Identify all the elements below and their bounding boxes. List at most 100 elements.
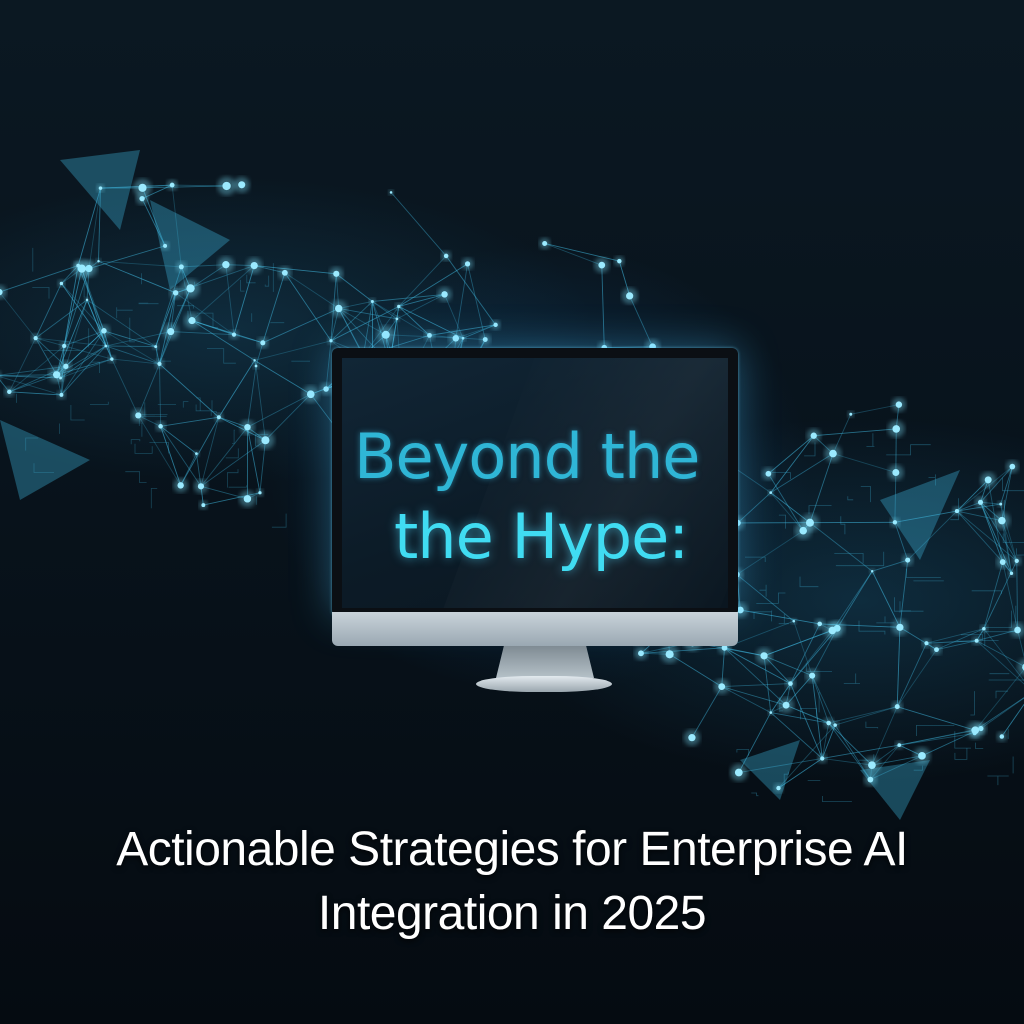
network-link xyxy=(770,453,834,493)
network-link xyxy=(61,283,107,347)
network-node-glow xyxy=(0,372,2,379)
network-link xyxy=(897,706,976,731)
network-link xyxy=(809,522,873,572)
network-link xyxy=(832,453,896,473)
network-node xyxy=(817,621,823,627)
circuit-trace xyxy=(116,307,133,319)
circuit-trace xyxy=(843,673,860,684)
network-link xyxy=(247,393,311,428)
network-link xyxy=(809,453,834,523)
network-node xyxy=(76,263,81,268)
network-link xyxy=(262,272,286,343)
network-node xyxy=(870,570,874,573)
circuit-trace xyxy=(228,485,247,488)
circuit-trace xyxy=(70,405,85,421)
network-link xyxy=(976,640,1024,667)
network-node xyxy=(892,520,898,525)
network-link xyxy=(233,265,255,335)
network-node xyxy=(443,253,449,259)
circuit-trace xyxy=(987,775,1009,786)
network-link xyxy=(1001,703,1024,737)
network-node xyxy=(138,183,147,192)
network-link xyxy=(821,722,830,759)
network-node xyxy=(897,743,902,747)
network-node xyxy=(258,491,262,495)
network-link xyxy=(0,292,37,339)
circuit-trace xyxy=(954,748,968,760)
network-link xyxy=(813,428,897,437)
network-node xyxy=(98,186,103,190)
network-link xyxy=(284,272,332,342)
circuit-trace xyxy=(771,610,773,622)
network-node xyxy=(867,776,874,783)
network-node xyxy=(999,502,1003,506)
circuit-trace xyxy=(840,516,846,535)
network-link xyxy=(455,263,468,339)
network-link xyxy=(828,722,873,766)
network-link xyxy=(137,363,160,416)
network-node xyxy=(172,290,179,296)
network-node xyxy=(323,386,329,392)
network-link xyxy=(828,706,898,724)
network-node xyxy=(253,359,256,362)
caption-line-2: Integration in 2025 xyxy=(317,887,707,940)
glass-shard xyxy=(0,420,90,500)
network-node xyxy=(33,336,38,341)
network-node xyxy=(158,424,163,429)
monitor-screen: Beyond the the Hype: xyxy=(342,358,728,608)
circuit-trace xyxy=(876,616,895,624)
network-node xyxy=(59,376,62,380)
network-node xyxy=(178,264,184,270)
network-link xyxy=(770,712,829,724)
network-node xyxy=(894,704,900,710)
network-link xyxy=(170,331,235,336)
network-node xyxy=(163,243,168,248)
network-node xyxy=(250,261,258,270)
network-link xyxy=(976,640,1024,685)
network-link xyxy=(254,265,337,275)
screen-text-line-1: Beyond the xyxy=(354,420,700,493)
network-node xyxy=(101,328,107,334)
network-node xyxy=(197,483,205,490)
network-node xyxy=(828,626,837,635)
circuit-trace xyxy=(975,742,984,749)
monitor-stand-base xyxy=(476,676,612,692)
circuit-trace xyxy=(804,442,816,457)
monitor-stand-neck xyxy=(496,646,594,678)
circuit-trace xyxy=(134,443,153,454)
network-node xyxy=(254,364,258,368)
circuit-trace xyxy=(177,305,194,309)
network-node xyxy=(201,503,206,508)
hero-banner: Beyond the the Hype: Actionable Strategi… xyxy=(0,0,1024,1024)
circuit-trace xyxy=(196,397,201,411)
network-node xyxy=(934,647,939,653)
network-link xyxy=(850,404,899,415)
circuit-trace xyxy=(759,584,767,597)
circuit-trace xyxy=(750,611,772,619)
network-node xyxy=(760,652,768,660)
network-node xyxy=(238,181,246,189)
network-node xyxy=(769,711,773,714)
network-node xyxy=(222,261,230,269)
circuit-trace xyxy=(211,400,217,413)
network-node xyxy=(110,357,114,361)
network-node xyxy=(216,415,221,420)
network-node xyxy=(381,330,390,339)
circuit-trace xyxy=(778,514,786,529)
network-node xyxy=(849,412,853,416)
network-link xyxy=(160,425,197,454)
circuit-trace xyxy=(195,404,212,416)
network-node xyxy=(222,181,231,191)
circuit-trace xyxy=(138,302,159,305)
network-node xyxy=(868,761,876,769)
network-link xyxy=(398,306,430,336)
network-node xyxy=(260,340,266,346)
network-node xyxy=(154,345,158,349)
network-node xyxy=(998,516,1006,525)
circuit-trace xyxy=(865,721,879,729)
circuit-trace xyxy=(834,553,864,564)
circuit-trace xyxy=(225,448,239,459)
network-node xyxy=(243,495,252,503)
network-node xyxy=(482,337,488,342)
network-node xyxy=(999,559,1006,566)
